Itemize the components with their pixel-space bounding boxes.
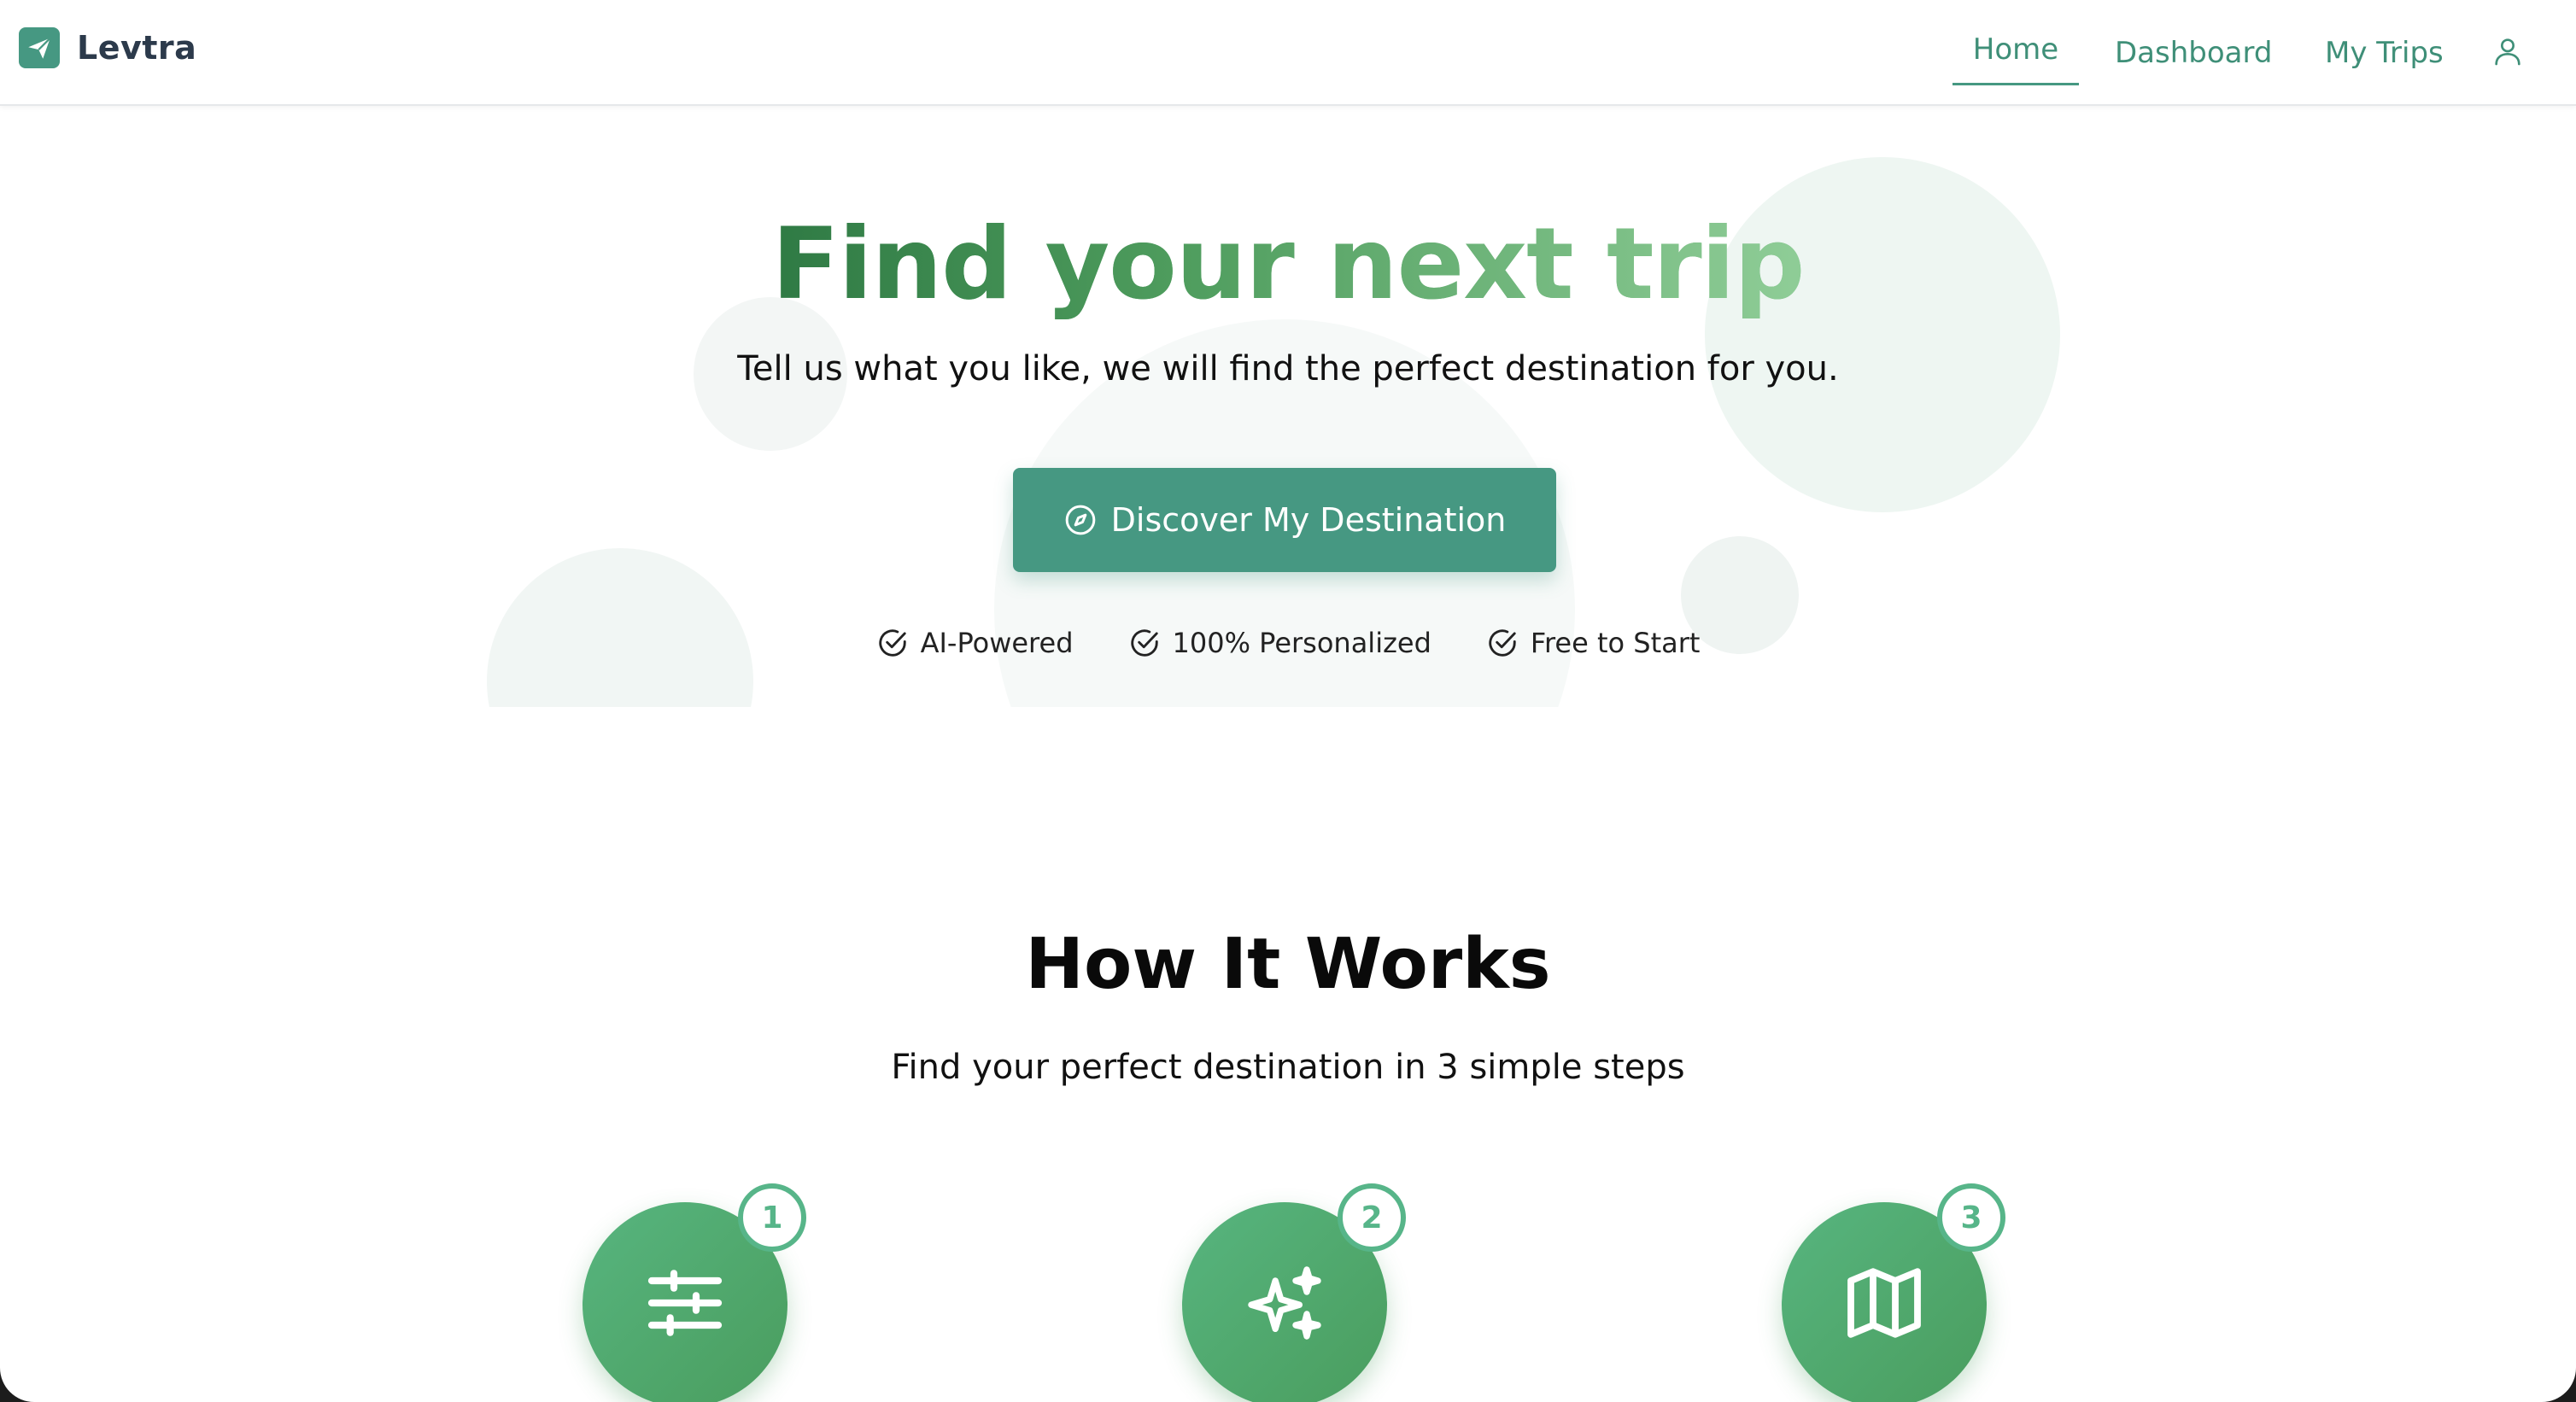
- user-icon[interactable]: [2487, 31, 2528, 72]
- navbar: Levtra Home Dashboard My Trips: [0, 0, 2576, 106]
- cta-label: Discover My Destination: [1110, 501, 1507, 539]
- check-circle-icon: [876, 627, 909, 659]
- feature-label: Free to Start: [1530, 627, 1701, 659]
- how-it-works-title: How It Works: [1025, 924, 1551, 1005]
- step-3-card: 3: [1782, 1183, 2005, 1402]
- how-it-works-subtitle: Find your perfect destination in 3 simpl…: [891, 1048, 1685, 1087]
- step-number-badge: 2: [1338, 1183, 1406, 1252]
- sparkles-icon: [1240, 1259, 1329, 1351]
- step-2-card: 2: [1182, 1183, 1406, 1402]
- check-circle-icon: [1486, 627, 1519, 659]
- step-number-badge: 1: [738, 1183, 806, 1252]
- map-icon: [1840, 1259, 1929, 1351]
- nav-home[interactable]: Home: [1952, 22, 2079, 85]
- discover-destination-button[interactable]: Discover My Destination: [1013, 468, 1556, 572]
- feature-list: AI-Powered 100% Personalized Free to Sta…: [0, 627, 2576, 659]
- compass-icon: [1063, 503, 1098, 537]
- hero-subtitle: Tell us what you like, we will find the …: [737, 349, 1839, 388]
- feature-item: Free to Start: [1486, 627, 1701, 659]
- feature-label: AI-Powered: [920, 627, 1074, 659]
- brand[interactable]: Levtra: [19, 27, 196, 68]
- feature-item: AI-Powered: [876, 627, 1074, 659]
- paper-plane-icon: [19, 27, 60, 68]
- app-window: Levtra Home Dashboard My Trips Find your…: [0, 0, 2576, 1402]
- sliders-icon: [641, 1259, 729, 1351]
- nav-my-trips[interactable]: My Trips: [2325, 26, 2444, 80]
- nav-dashboard[interactable]: Dashboard: [2115, 26, 2272, 80]
- step-number-badge: 3: [1937, 1183, 2005, 1252]
- brand-name: Levtra: [77, 29, 197, 67]
- step-1-card: 1: [583, 1183, 806, 1402]
- hero-title: Find your next trip: [0, 205, 2576, 324]
- hero-title-text: Find your next trip: [771, 207, 1806, 322]
- feature-label: 100% Personalized: [1172, 627, 1431, 659]
- check-circle-icon: [1128, 627, 1161, 659]
- feature-item: 100% Personalized: [1128, 627, 1431, 659]
- hero-section: Find your next trip Tell us what you lik…: [0, 106, 2576, 707]
